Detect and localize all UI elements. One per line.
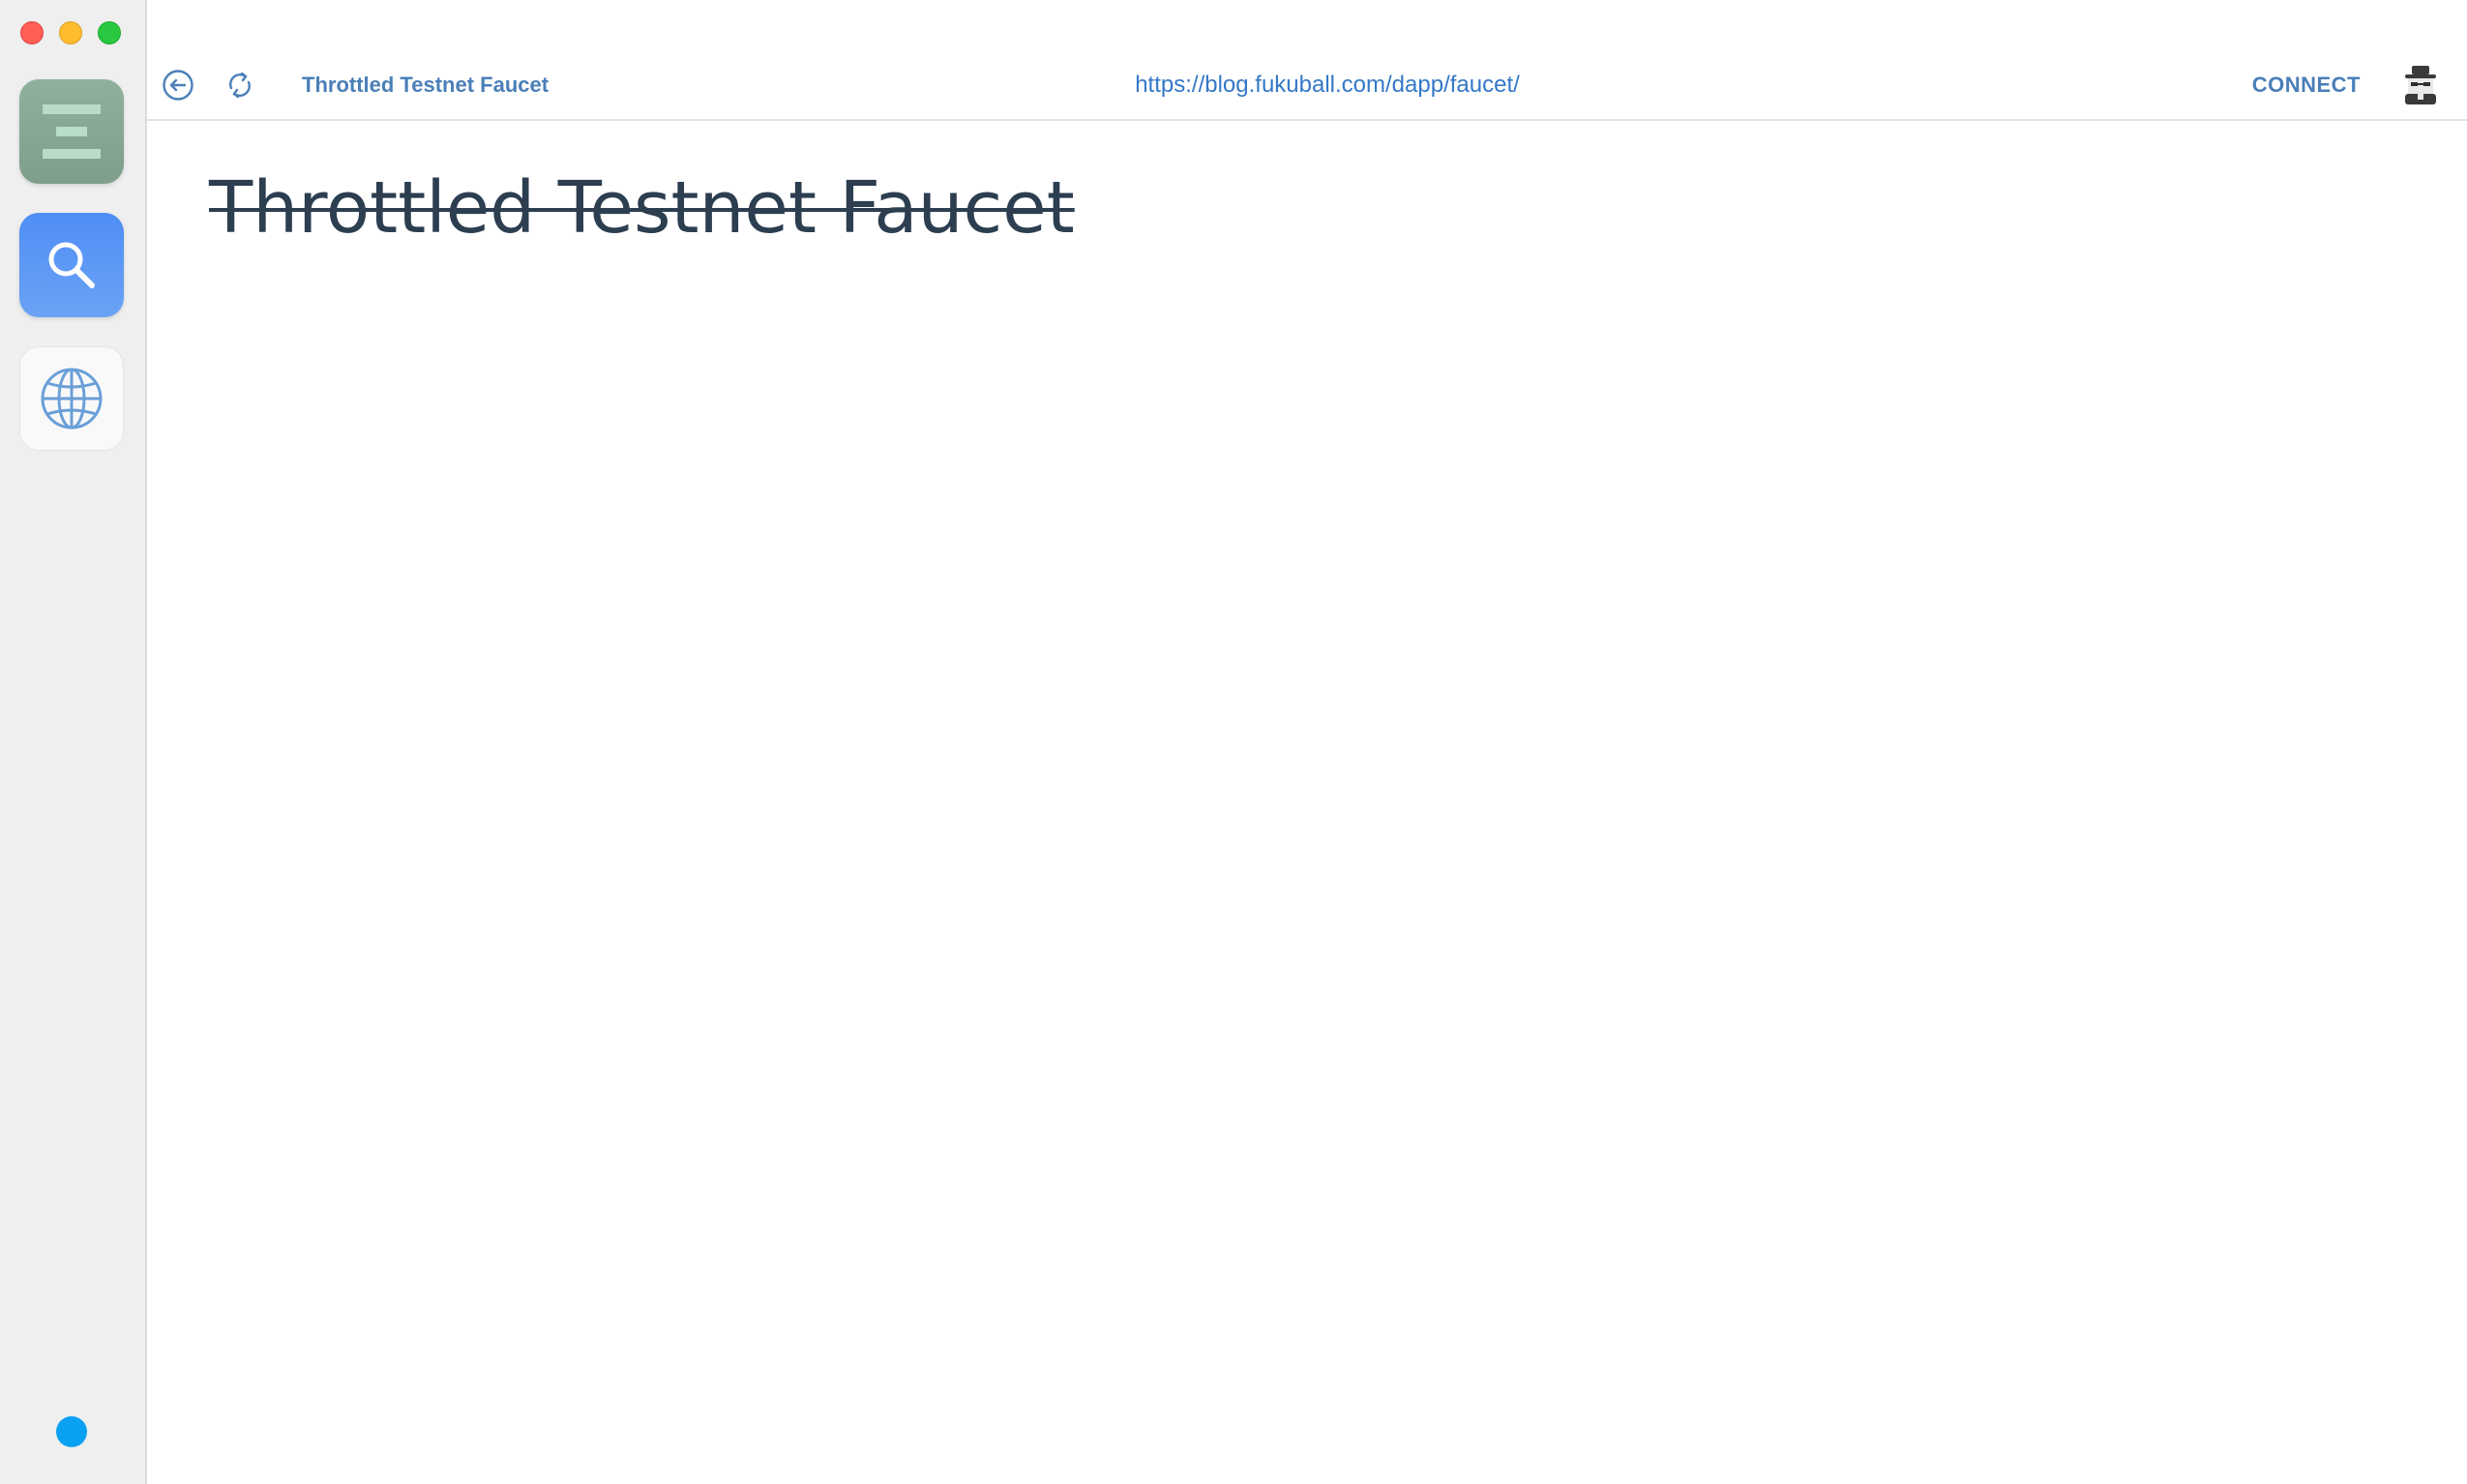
browser-toolbar: Throttled Testnet Faucet CONNECT (147, 0, 2467, 121)
back-button[interactable] (161, 68, 195, 103)
reload-button[interactable] (223, 68, 257, 103)
page-content: Throttled Testnet Faucet (147, 121, 2467, 1484)
window-maximize-button[interactable] (98, 21, 121, 45)
connect-button[interactable]: CONNECT (2252, 72, 2361, 99)
reload-icon (229, 72, 251, 99)
window-close-button[interactable] (20, 21, 44, 45)
sidebar (0, 0, 147, 1484)
back-arrow-icon (163, 70, 193, 101)
app-window: Throttled Testnet Faucet CONNECT Throttl… (0, 0, 2467, 1484)
search-icon (48, 242, 95, 288)
sidebar-app-ethereum[interactable] (19, 79, 124, 184)
window-minimize-button[interactable] (59, 21, 82, 45)
page-heading: Throttled Testnet Faucet (209, 166, 1075, 250)
sidebar-app-search[interactable] (19, 213, 124, 317)
globe-icon (41, 368, 103, 430)
ethereum-menu-icon (43, 104, 101, 159)
tab-title: Throttled Testnet Faucet (302, 73, 550, 97)
url-input[interactable] (1018, 66, 1637, 104)
sidebar-app-browser[interactable] (19, 346, 124, 451)
status-indicator (56, 1416, 87, 1447)
avatar[interactable] (2399, 64, 2442, 106)
